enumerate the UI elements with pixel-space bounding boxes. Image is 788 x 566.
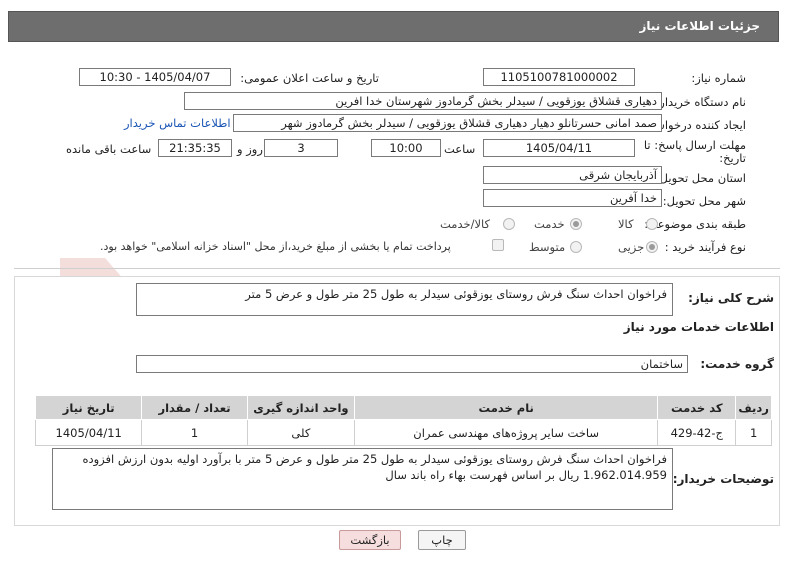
cell-quantity: 1 (141, 419, 248, 446)
cell-need-date: 1405/04/11 (34, 419, 143, 446)
remaining-time-label: ساعت باقی مانده (66, 142, 152, 156)
deadline-label: مهلت ارسال پاسخ: تا (643, 138, 746, 152)
purchase-medium-radio[interactable] (570, 241, 582, 253)
header-bar: جزئیات اطلاعات نیاز (0, 0, 788, 46)
table-row[interactable]: 1 ج-42-429 ساخت سایر پروژه‌های مهندسی عم… (34, 419, 772, 446)
buyer-notes-line-2: 1.962.014.959 ریال بر اساس فهرست بهاء را… (385, 468, 667, 482)
buyer-contact-link[interactable]: اطلاعات تماس خریدار (124, 116, 231, 130)
deadline-time-label: ساعت (444, 142, 476, 156)
cell-row-number: 1 (735, 419, 772, 446)
remaining-time-field[interactable]: 21:35:35 (158, 139, 232, 157)
province-field[interactable]: آذربایجان شرقی (483, 166, 662, 184)
purchase-type-label: نوع فرآیند خرید : (664, 240, 746, 254)
buyer-label: نام دستگاه خریدار: (655, 95, 746, 109)
buyer-notes-label: توضیحات خریدار: (672, 472, 774, 486)
days-label: روز و (237, 142, 263, 156)
category-label: طبقه بندی موضوعی: (644, 217, 746, 231)
creator-field[interactable]: صمد امانی حسرتانلو دهیار دهیاری قشلاق یو… (233, 114, 662, 132)
col-service-code: کد خدمت (657, 395, 737, 420)
back-button[interactable]: بازگشت (339, 530, 401, 550)
category-goods-label: کالا (618, 217, 634, 231)
purchase-minor-label: جزیی (618, 240, 645, 254)
purchase-medium-label: متوسط (529, 240, 566, 254)
table-header-row: ردیف کد خدمت نام خدمت واحد اندازه گیری ت… (34, 395, 772, 420)
category-service-label: خدمت (534, 217, 565, 231)
buyer-field[interactable]: دهیاری قشلاق یوزقویی / سیدلر بخش گرمادوز… (184, 92, 662, 110)
category-goods-service-radio[interactable] (503, 218, 515, 230)
buyer-notes-line-1: فراخوان احداث سنگ فرش روستای یوزقوئی سید… (82, 452, 667, 466)
deadline-label-date: تاریخ: (719, 151, 746, 165)
announce-date-field[interactable]: 1405/04/07 - 10:30 (79, 68, 231, 86)
city-label: شهر محل تحویل: (662, 194, 746, 208)
purchase-minor-radio[interactable] (646, 241, 658, 253)
deadline-time-field[interactable]: 10:00 (371, 139, 441, 157)
deadline-date-field[interactable]: 1405/04/11 (483, 139, 635, 157)
cell-service-name: ساخت سایر پروژه‌های مهندسی عمران (354, 419, 659, 446)
treasury-note: پرداخت تمام یا بخشی از مبلغ خرید،از محل … (100, 240, 451, 253)
summary-textarea[interactable]: فراخوان احداث سنگ فرش روستای یوزقوئی سید… (136, 283, 673, 316)
need-number-label: شماره نیاز: (691, 71, 746, 85)
col-service-name: نام خدمت (354, 395, 659, 420)
category-service-radio[interactable] (570, 218, 582, 230)
province-label: استان محل تحویل: (655, 171, 746, 185)
service-group-field[interactable]: ساختمان (136, 355, 688, 373)
days-remaining-field[interactable]: 3 (264, 139, 338, 157)
services-table: ردیف کد خدمت نام خدمت واحد اندازه گیری ت… (34, 395, 772, 446)
cell-service-code: ج-42-429 (657, 419, 737, 446)
col-need-date: تاریخ نیاز (34, 395, 143, 420)
treasury-checkbox[interactable] (492, 239, 504, 251)
city-field[interactable]: خدا آفرین (483, 189, 662, 207)
category-goods-radio[interactable] (646, 218, 658, 230)
buyer-notes-textarea[interactable]: فراخوان احداث سنگ فرش روستای یوزقوئی سید… (52, 448, 673, 510)
col-unit: واحد اندازه گیری (246, 395, 356, 420)
services-section-title: اطلاعات خدمات مورد نیاز (623, 320, 774, 334)
col-quantity: تعداد / مقدار (141, 395, 248, 420)
divider (14, 268, 780, 269)
header-panel: جزئیات اطلاعات نیاز (8, 11, 779, 42)
print-button[interactable]: چاپ (418, 530, 466, 550)
col-row-number: ردیف (735, 395, 772, 420)
page-title: جزئیات اطلاعات نیاز (639, 19, 760, 33)
summary-label: شرح کلی نیاز: (688, 291, 774, 305)
service-group-label: گروه خدمت: (700, 357, 774, 371)
need-number-field[interactable]: 1105100781000002 (483, 68, 635, 86)
announce-label: تاریخ و ساعت اعلان عمومی: (240, 71, 379, 85)
category-goods-service-label: کالا/خدمت (440, 217, 491, 231)
cell-unit: کلی (246, 419, 356, 446)
